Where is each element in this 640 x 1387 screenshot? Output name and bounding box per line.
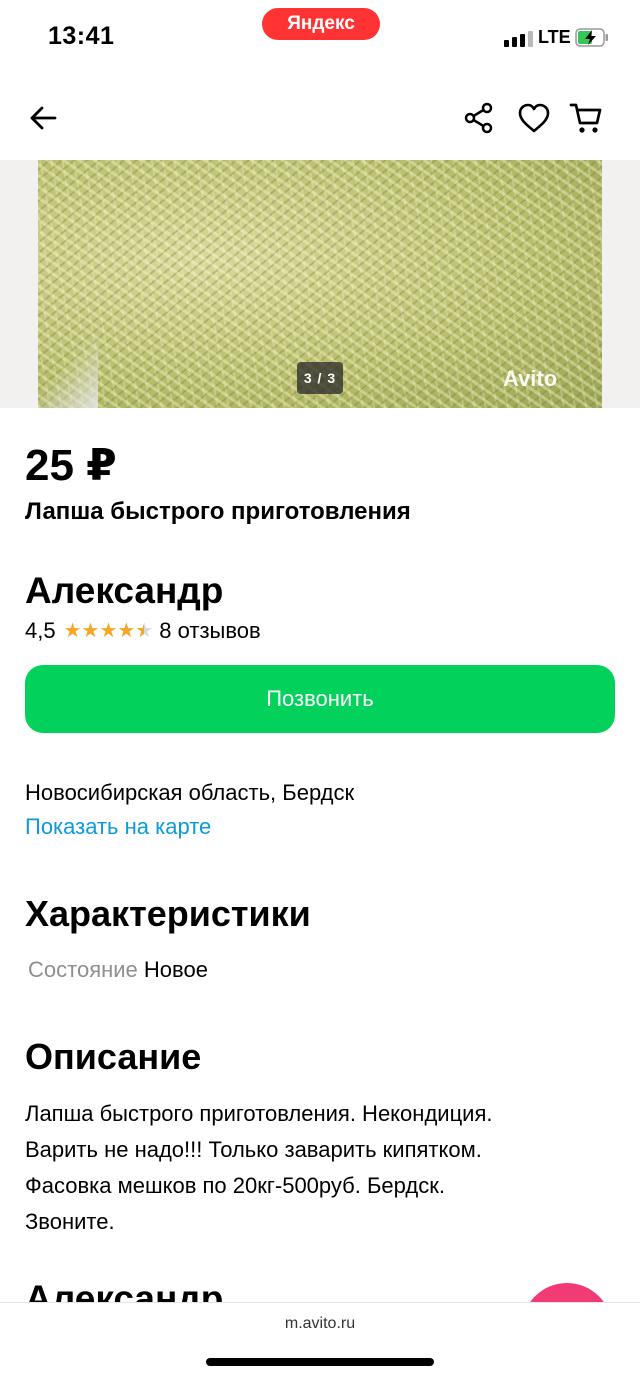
browser-bottom-bar: m.avito.ru [0,1302,640,1387]
signal-icon [504,31,533,47]
spec-value: Новое [143,957,208,982]
description-heading: Описание [25,1036,202,1077]
star-icon: ★ [81,620,100,642]
specs-heading: Характеристики [25,893,311,934]
network-label: LTE [538,27,571,47]
seller-name[interactable]: Александр [25,570,223,612]
spec-row: Состояние Новое [28,957,208,983]
price: 25 ₽ [25,441,117,490]
half-star-icon: ★ [135,620,153,642]
reviews-link[interactable]: 8 отзывов [159,618,260,644]
arrow-left-icon [30,106,57,130]
rating-stars: ★ ★ ★ ★ ★ [64,620,154,642]
spec-key: Состояние [28,957,138,982]
status-time: 13:41 [48,22,115,50]
battery-charging-icon [575,28,608,47]
heart-icon [518,103,550,133]
favorite-button[interactable] [514,98,554,138]
star-icon: ★ [99,620,118,642]
share-icon [464,102,493,134]
show-on-map-link[interactable]: Показать на карте [25,814,211,840]
url-label[interactable]: m.avito.ru [0,1315,640,1333]
star-icon: ★ [117,620,136,642]
cart-icon [569,103,602,133]
listing-title: Лапша быстрого приготовления [25,498,411,525]
description-text: Лапша быстрого приготовления. Некондиция… [25,1096,615,1240]
call-button[interactable]: Позвонить [25,665,615,733]
seller-rating[interactable]: 4,5 ★ ★ ★ ★ ★ 8 отзывов [25,618,261,644]
home-indicator[interactable] [206,1358,434,1366]
description-line: Лапша быстрого приготовления. Некондиция… [25,1101,493,1126]
rating-value: 4,5 [25,618,56,643]
back-button[interactable] [23,98,63,138]
description-line: Звоните. [25,1209,115,1234]
description-line: Варить не надо!!! Только заварить кипятк… [25,1137,482,1162]
share-button[interactable] [459,98,499,138]
cart-button[interactable] [566,98,606,138]
description-line: Фасовка мешков по 20кг-500руб. Бердск. [25,1173,445,1198]
star-icon: ★ [63,620,82,642]
browser-badge: Яндекс [262,8,380,40]
photo-counter: 3 / 3 [297,362,343,394]
watermark: Avito [503,366,558,391]
address: Новосибирская область, Бердск [25,780,355,805]
